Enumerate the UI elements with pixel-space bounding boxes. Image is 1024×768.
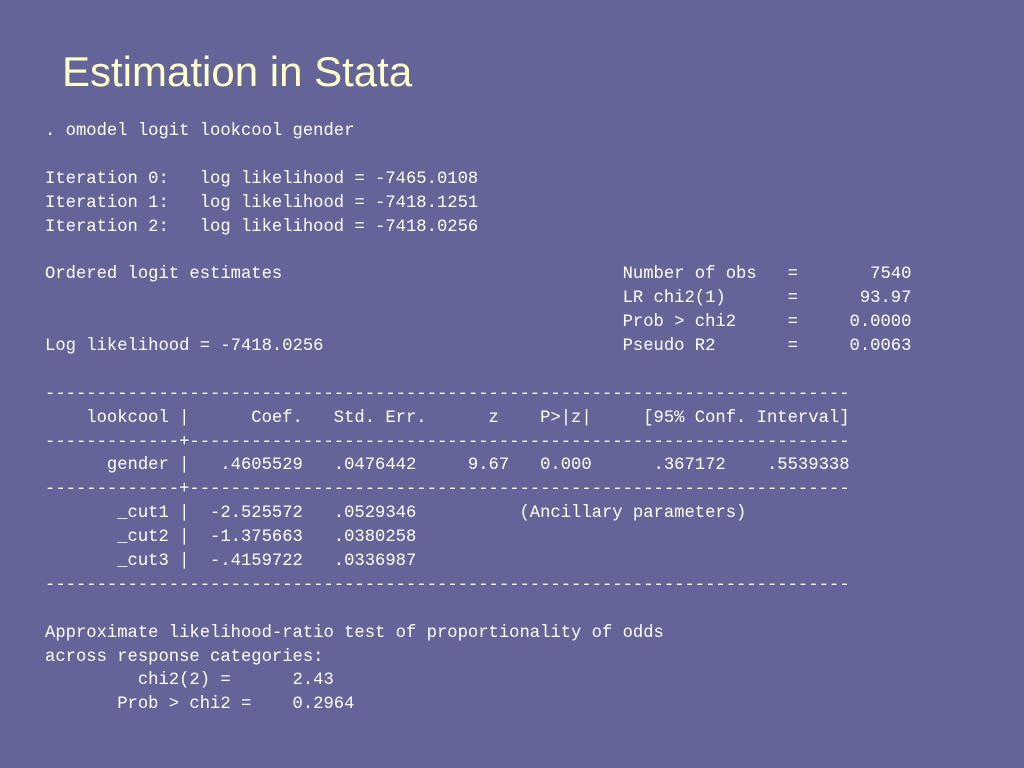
iteration-line: Iteration 2: log likelihood = -7418.0256 [45, 217, 479, 237]
table-rule: -------------+--------------------------… [45, 432, 850, 452]
test-stat-line: Prob > chi2 = 0.2964 [45, 695, 355, 715]
table-rule: ----------------------------------------… [45, 384, 850, 404]
header-stat-line: Prob > chi2 = 0.0000 [45, 313, 912, 333]
header-stat-line: Log likelihood = -7418.0256 Pseudo R2 = … [45, 337, 912, 357]
iteration-line: Iteration 0: log likelihood = -7465.0108 [45, 169, 479, 189]
table-row: gender | .4605529 .0476442 9.67 0.000 .3… [45, 456, 850, 476]
test-text-line: across response categories: [45, 647, 324, 667]
command-line: . omodel logit lookcool gender [45, 122, 355, 141]
table-header-row: lookcool | Coef. Std. Err. z P>|z| [95% … [45, 408, 850, 428]
header-stat-line: Ordered logit estimates Number of obs = … [45, 265, 912, 285]
table-rule: -------------+--------------------------… [45, 480, 850, 500]
header-stat-line: LR chi2(1) = 93.97 [45, 289, 912, 309]
stata-output-block: . omodel logit lookcool gender Iteration … [45, 120, 911, 717]
table-row: _cut3 | -.4159722 .0336987 [45, 552, 417, 572]
slide-title: Estimation in Stata [62, 48, 413, 95]
table-row: _cut1 | -2.525572 .0529346 (Ancillary pa… [45, 504, 747, 524]
iteration-line: Iteration 1: log likelihood = -7418.1251 [45, 193, 479, 213]
test-text-line: Approximate likelihood-ratio test of pro… [45, 623, 664, 643]
table-rule: ----------------------------------------… [45, 575, 850, 595]
test-stat-line: chi2(2) = 2.43 [45, 671, 334, 691]
table-row: _cut2 | -1.375663 .0380258 [45, 528, 417, 548]
